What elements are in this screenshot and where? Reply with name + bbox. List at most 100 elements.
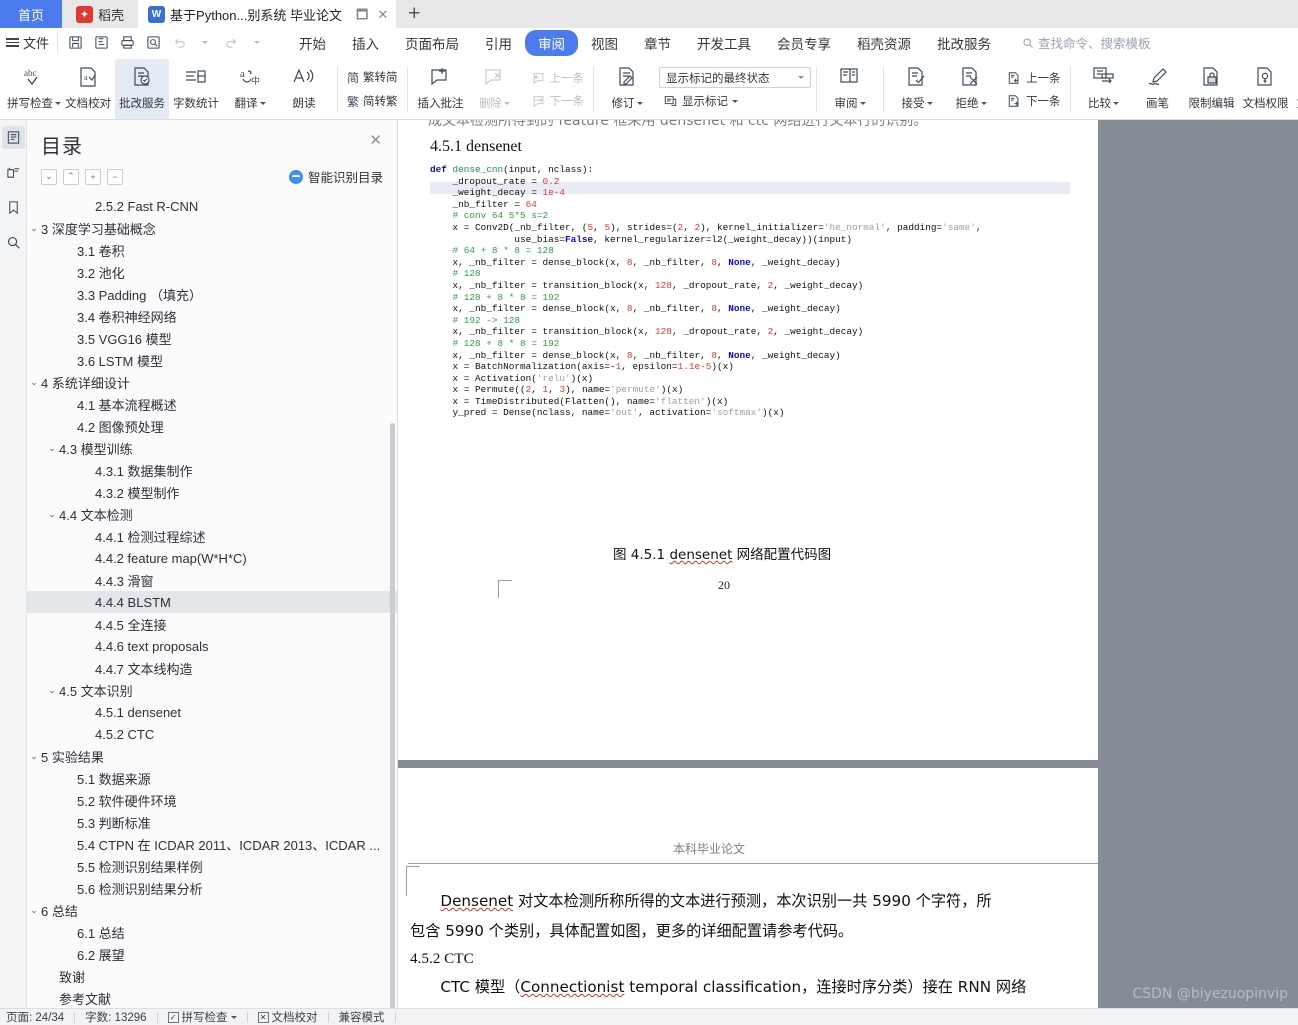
chevron-down-icon[interactable]: ⌄ (45, 685, 59, 696)
outline-item[interactable]: 4.3.1 数据集制作 (27, 459, 397, 481)
markup-state-select[interactable]: 显示标记的最终状态 (659, 67, 812, 88)
outline-item[interactable]: 4.4.7 文本线构造 (27, 657, 397, 679)
restore-icon[interactable]: 🗖 (356, 8, 368, 21)
collapse-all-button[interactable]: − (107, 168, 123, 185)
outline-item[interactable]: 3.1 卷积 (27, 239, 397, 261)
outline-item[interactable]: 4.3.2 模型制作 (27, 481, 397, 503)
spell-check-status[interactable]: ✓ 拼写检查 (167, 1009, 237, 1025)
outline-item[interactable]: 2.5.2 Fast R-CNN (27, 195, 397, 217)
outline-item[interactable]: 5.5 检测识别结果样例 (27, 855, 397, 877)
translate-button[interactable]: a中 翻译 (223, 59, 277, 119)
document-page-2[interactable]: 本科毕业论文 Densenet 对文本检测所称所得的文本进行预测，本次识别一共 … (398, 768, 1098, 1008)
tab-document[interactable]: W 基于Python...别系统 毕业论文 🗖 ✕ (138, 0, 397, 28)
document-canvas[interactable]: 成文本检测所得到的 feature 框采用 densenet 和 ctc 网络进… (398, 120, 1298, 1008)
spell-check-button[interactable]: abc 拼写检查 (7, 59, 61, 119)
ribbon-tab-membership[interactable]: 会员专享 (764, 30, 844, 56)
smart-outline-button[interactable]: 智能识别目录 (288, 167, 383, 186)
outline-item[interactable]: 4.5.2 CTC (27, 723, 397, 745)
chevron-down-icon[interactable]: ⌄ (27, 751, 41, 762)
outline-item[interactable]: 5.4 CTPN 在 ICDAR 2011、ICDAR 2013、ICDAR .… (27, 833, 397, 855)
outline-item[interactable]: ⌄ 6 总结 (27, 899, 397, 921)
doc-proof-status[interactable]: ✕ 文档校对 (257, 1009, 318, 1025)
ribbon-tab-docer[interactable]: 稻壳资源 (844, 30, 924, 56)
prev-comment-button[interactable]: 上一条 (527, 68, 589, 88)
new-tab-button[interactable]: + (396, 0, 433, 28)
outline-item[interactable]: ⌄ 4.3 模型训练 (27, 437, 397, 459)
outline-item[interactable]: 3.6 LSTM 模型 (27, 349, 397, 371)
outline-item[interactable]: 4.2 图像预处理 (27, 415, 397, 437)
prev-change-button[interactable]: 上一条 (1003, 68, 1065, 88)
trad-to-simp-button[interactable]: 简 繁转简 (343, 67, 402, 88)
outline-item[interactable]: 5.3 判断标准 (27, 811, 397, 833)
print-icon[interactable] (116, 32, 138, 54)
ribbon-tab-review[interactable]: 审阅 (525, 29, 579, 56)
outline-item[interactable]: 致谢 (27, 965, 397, 987)
sidebar-item-bookmark[interactable] (2, 196, 25, 219)
outline-item[interactable]: ⌄ 4.4 文本检测 (27, 503, 397, 525)
chevron-down-icon[interactable]: ⌄ (27, 377, 41, 388)
outline-item[interactable]: ⌄ 4.5 文本识别 (27, 679, 397, 701)
doc-permission-button[interactable]: 文档权限 (1239, 59, 1293, 119)
next-change-button[interactable]: 下一条 (1003, 91, 1065, 111)
code-block[interactable]: def dense_cnn(input, nclass): _dropout_r… (430, 164, 981, 419)
command-search[interactable]: 查找命令、搜索模板 (1022, 33, 1151, 52)
outline-item[interactable]: ⌄ 4 系统详细设计 (27, 371, 397, 393)
outline-item[interactable]: 4.4.2 feature map(W*H*C) (27, 547, 397, 569)
outline-item[interactable]: 4.4.1 检测过程综述 (27, 525, 397, 547)
chevron-down-icon[interactable]: ⌄ (45, 509, 59, 520)
close-icon[interactable]: ✕ (366, 130, 385, 151)
outline-list[interactable]: 2.5.2 Fast R-CNN ⌄ 3 深度学习基础概念 3.1 卷积 3.2 池化 3… (27, 195, 397, 1008)
expand-all-button[interactable]: + (85, 168, 101, 185)
outline-item[interactable]: 6.1 总结 (27, 921, 397, 943)
outline-item[interactable]: ⌄ 3 深度学习基础概念 (27, 217, 397, 239)
doc-certification-button[interactable]: 文档认证 (1293, 59, 1298, 119)
print-preview-icon[interactable] (142, 32, 164, 54)
ribbon-tab-insert[interactable]: 插入 (339, 30, 392, 56)
outline-item[interactable]: 4.4.3 滑窗 (27, 569, 397, 591)
track-changes-button[interactable]: 修订 (600, 59, 654, 119)
undo-icon[interactable] (168, 32, 190, 54)
ribbon-tab-start[interactable]: 开始 (286, 30, 339, 56)
reject-button[interactable]: 拒绝 (944, 59, 998, 119)
word-count-button[interactable]: 字数统计 (169, 59, 223, 119)
ribbon-tab-view[interactable]: 视图 (578, 30, 631, 56)
outline-item[interactable]: ⌄ 5 实验结果 (27, 745, 397, 767)
outline-item[interactable]: 4.1 基本流程概述 (27, 393, 397, 415)
chevron-down-icon[interactable]: ⌄ (27, 223, 41, 234)
brush-button[interactable]: 画笔 (1131, 59, 1185, 119)
outline-item[interactable]: 4.5.1 densenet (27, 701, 397, 723)
outline-item[interactable]: 4.4.6 text proposals (27, 635, 397, 657)
redo-icon[interactable] (220, 32, 242, 54)
ribbon-tab-references[interactable]: 引用 (472, 30, 525, 56)
ribbon-tab-correction[interactable]: 批改服务 (924, 30, 1004, 56)
insert-comment-button[interactable]: 插入批注 (414, 59, 468, 119)
ribbon-tab-pagelayout[interactable]: 页面布局 (392, 30, 472, 56)
sidebar-item-thumbnail[interactable] (2, 161, 25, 184)
chevron-down-icon[interactable]: ⌄ (27, 905, 41, 916)
ribbon-tab-sections[interactable]: 章节 (631, 30, 684, 56)
file-menu-button[interactable]: 文件 (0, 33, 57, 52)
outline-item[interactable]: 6.2 展望 (27, 943, 397, 965)
sidebar-item-outline[interactable] (1, 126, 25, 149)
outline-item[interactable]: 5.1 数据来源 (27, 767, 397, 789)
outline-item[interactable]: 参考文献 (27, 987, 397, 1008)
document-page-1[interactable]: 成文本检测所得到的 feature 框采用 densenet 和 ctc 网络进… (398, 120, 1098, 760)
collapse-up-button[interactable]: ⌃ (63, 168, 79, 185)
chevron-down-icon[interactable]: ⌄ (45, 443, 59, 454)
show-markup-button[interactable]: 显示标记 (659, 91, 811, 111)
outline-item[interactable]: 3.2 池化 (27, 261, 397, 283)
next-comment-button[interactable]: 下一条 (527, 91, 589, 111)
tab-home[interactable]: 首页 (0, 0, 63, 28)
read-aloud-button[interactable]: 朗读 (277, 59, 331, 119)
outline-item[interactable]: 4.4.4 BLSTM (27, 591, 397, 613)
collapse-down-button[interactable]: ⌄ (41, 168, 57, 185)
ribbon-tab-devtools[interactable]: 开发工具 (684, 30, 764, 56)
delete-comment-button[interactable]: 删除 (468, 59, 522, 119)
review-pane-button[interactable]: 审阅 (823, 59, 877, 119)
compare-button[interactable]: 比较 (1077, 59, 1131, 119)
tab-docer[interactable]: ✦ 稻壳 (62, 0, 139, 28)
outline-scrollbar[interactable] (390, 423, 395, 1008)
accept-button[interactable]: 接受 (890, 59, 944, 119)
outline-item[interactable]: 3.3 Padding （填充） (27, 283, 397, 305)
outline-item[interactable]: 3.5 VGG16 模型 (27, 327, 397, 349)
